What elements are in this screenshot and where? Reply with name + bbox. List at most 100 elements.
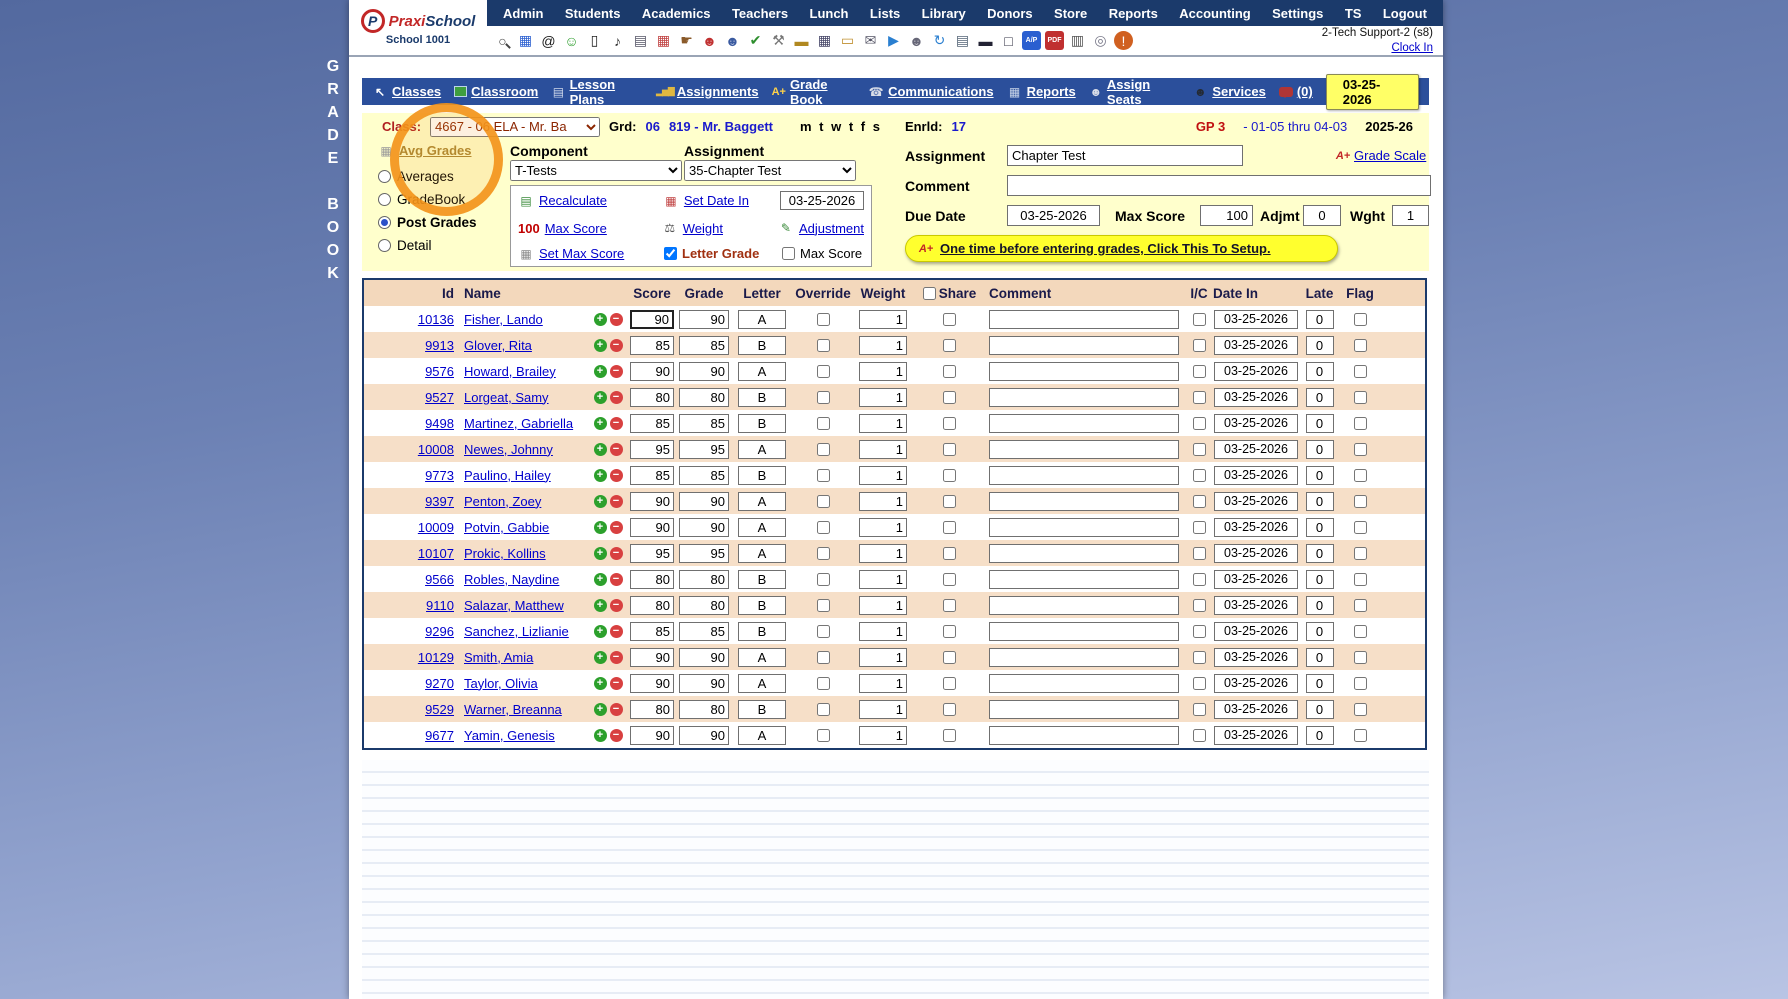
grade-input[interactable] — [679, 647, 729, 667]
share-checkbox[interactable] — [943, 546, 956, 560]
subnav-reports[interactable]: Reports — [1007, 84, 1076, 99]
subtract-points-icon[interactable] — [609, 650, 623, 664]
grade-input[interactable] — [679, 465, 729, 485]
grade-input[interactable] — [679, 413, 729, 433]
grade-input[interactable] — [679, 439, 729, 459]
subtract-points-icon[interactable] — [609, 728, 623, 742]
calendar-grid-icon[interactable]: ▦ — [516, 31, 535, 50]
comment-input[interactable] — [989, 621, 1179, 641]
subtract-points-icon[interactable] — [609, 572, 623, 586]
override-checkbox[interactable] — [816, 442, 830, 456]
weight-input[interactable] — [859, 335, 907, 355]
averages-radio[interactable] — [378, 170, 391, 183]
grade-input[interactable] — [679, 361, 729, 381]
gradebook-radio[interactable] — [378, 193, 391, 206]
comment-input[interactable] — [989, 491, 1179, 511]
subtract-points-icon[interactable] — [609, 338, 623, 352]
score-input[interactable] — [630, 725, 674, 745]
ic-checkbox[interactable] — [1192, 546, 1206, 560]
student-name-link[interactable]: Howard, Brailey — [464, 364, 556, 379]
flag-checkbox[interactable] — [1353, 624, 1367, 638]
override-checkbox[interactable] — [816, 546, 830, 560]
avg-grades-option[interactable]: Avg Grades — [378, 143, 508, 158]
grade-input[interactable] — [679, 569, 729, 589]
weight-input[interactable] — [859, 491, 907, 511]
flag-checkbox[interactable] — [1353, 390, 1367, 404]
max-score-link[interactable]: Max Score — [545, 221, 607, 236]
add-points-icon[interactable] — [593, 702, 607, 716]
set-max-score-link[interactable]: Set Max Score — [539, 246, 624, 261]
set-date-in-link[interactable]: Set Date In — [684, 193, 749, 208]
student-id-link[interactable]: 9397 — [425, 494, 454, 509]
date-in-input[interactable] — [1214, 569, 1298, 589]
newspaper-icon[interactable]: ▤ — [631, 31, 650, 50]
score-input[interactable] — [630, 595, 674, 615]
subnav-assign-seats[interactable]: Assign Seats — [1089, 77, 1180, 107]
student-name-link[interactable]: Newes, Johnny — [464, 442, 553, 457]
calculator-icon[interactable]: ▦ — [815, 31, 834, 50]
share-checkbox[interactable] — [943, 728, 956, 742]
add-points-icon[interactable] — [593, 338, 607, 352]
date-in-input[interactable] — [1214, 413, 1298, 433]
add-points-icon[interactable] — [593, 546, 607, 560]
student-id-link[interactable]: 9529 — [425, 702, 454, 717]
flag-checkbox[interactable] — [1353, 676, 1367, 690]
subnav-grade-book[interactable]: Grade Book — [772, 77, 856, 107]
share-checkbox[interactable] — [943, 702, 956, 716]
approve-icon[interactable]: ✔ — [746, 31, 765, 50]
student-id-link[interactable]: 9677 — [425, 728, 454, 743]
subnav-services[interactable]: Services — [1192, 84, 1266, 99]
nav-reports[interactable]: Reports — [1109, 6, 1158, 21]
ic-checkbox[interactable] — [1192, 494, 1206, 508]
student-id-link[interactable]: 9566 — [425, 572, 454, 587]
add-points-icon[interactable] — [593, 312, 607, 326]
subtract-points-icon[interactable] — [609, 312, 623, 326]
student-id-link[interactable]: 9110 — [426, 598, 454, 613]
share-all-checkbox[interactable] — [922, 286, 936, 300]
folder-icon[interactable]: ▭ — [838, 31, 857, 50]
score-input[interactable] — [630, 543, 674, 563]
share-checkbox[interactable] — [943, 494, 956, 508]
subtract-points-icon[interactable] — [609, 390, 623, 404]
weight-input[interactable] — [859, 673, 907, 693]
radio-post-grades[interactable]: Post Grades — [378, 211, 508, 234]
student-name-link[interactable]: Martinez, Gabriella — [464, 416, 573, 431]
override-checkbox[interactable] — [816, 312, 830, 326]
student-id-link[interactable]: 9296 — [425, 624, 454, 639]
student-name-link[interactable]: Penton, Zoey — [464, 494, 541, 509]
nav-ts[interactable]: TS — [1345, 6, 1362, 21]
comment-input[interactable] — [989, 673, 1179, 693]
student-name-link[interactable]: Taylor, Olivia — [464, 676, 538, 691]
late-input[interactable] — [1305, 465, 1334, 485]
radio-averages[interactable]: Averages — [378, 165, 508, 188]
max-score-field-input[interactable] — [1200, 205, 1253, 226]
assignment-name-input[interactable] — [1007, 145, 1243, 166]
subtract-points-icon[interactable] — [609, 624, 623, 638]
score-input[interactable] — [630, 439, 674, 459]
add-points-icon[interactable] — [593, 728, 607, 742]
override-checkbox[interactable] — [816, 520, 830, 534]
flag-checkbox[interactable] — [1353, 598, 1367, 612]
weight-input[interactable] — [859, 725, 907, 745]
add-points-icon[interactable] — [593, 572, 607, 586]
clock-in-link[interactable]: Clock In — [1391, 42, 1433, 54]
add-points-icon[interactable] — [593, 416, 607, 430]
override-checkbox[interactable] — [816, 598, 830, 612]
nav-lists[interactable]: Lists — [870, 6, 900, 21]
cash-icon[interactable]: ▬ — [792, 31, 811, 50]
override-checkbox[interactable] — [816, 728, 830, 742]
ic-checkbox[interactable] — [1192, 468, 1206, 482]
subnav-classroom[interactable]: Classroom — [454, 84, 538, 99]
override-checkbox[interactable] — [816, 416, 830, 430]
nav-library[interactable]: Library — [922, 6, 966, 21]
grade-input[interactable] — [679, 725, 729, 745]
student-id-link[interactable]: 10129 — [418, 650, 454, 665]
people-icon[interactable]: ☻ — [907, 31, 926, 50]
comment-input[interactable] — [989, 647, 1179, 667]
subtract-points-icon[interactable] — [609, 468, 623, 482]
set-date-in-input[interactable] — [780, 191, 864, 210]
student-id-link[interactable]: 9498 — [425, 416, 454, 431]
share-checkbox[interactable] — [943, 416, 956, 430]
ic-checkbox[interactable] — [1192, 416, 1206, 430]
subtract-points-icon[interactable] — [609, 442, 623, 456]
